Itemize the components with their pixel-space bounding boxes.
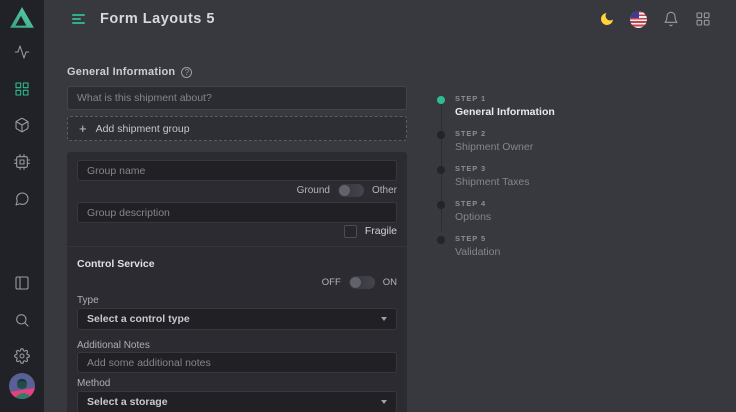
step-dot	[437, 166, 445, 174]
group-description-input[interactable]	[78, 204, 396, 223]
step-dot	[437, 201, 445, 209]
moon-icon[interactable]	[598, 11, 615, 28]
chevron-down-icon	[381, 317, 387, 321]
step-title: Options	[455, 211, 647, 223]
stepper-step-2[interactable]: STEP 2 Shipment Owner	[437, 129, 647, 153]
step-dot	[437, 96, 445, 104]
method-label: Method	[77, 378, 110, 389]
fragile-checkbox[interactable]	[344, 225, 357, 238]
stepper-step-3[interactable]: STEP 3 Shipment Taxes	[437, 164, 647, 188]
sidebar-item-activity[interactable]	[0, 44, 44, 60]
step-dot	[437, 131, 445, 139]
step-title: Validation	[455, 246, 647, 258]
shipment-group-card: Ground Other Fragile Control Service OFF…	[67, 152, 407, 412]
triangle-logo-icon	[9, 5, 35, 31]
stepper-step-1[interactable]: STEP 1 General Information	[437, 94, 647, 118]
section-header: General Information ?	[67, 66, 192, 78]
menu-toggle-icon[interactable]	[72, 14, 85, 24]
sidebar-item-search[interactable]	[0, 312, 44, 328]
app-logo[interactable]	[9, 5, 35, 31]
grid-icon	[14, 81, 30, 97]
off-on-toggle[interactable]	[349, 276, 375, 289]
on-label: ON	[383, 277, 397, 288]
sidebar-item-layouts[interactable]	[0, 81, 44, 97]
chat-icon	[14, 191, 30, 207]
off-label: OFF	[322, 277, 341, 288]
step-label: STEP 2	[455, 129, 647, 138]
apps-grid-icon[interactable]	[694, 11, 711, 28]
section-title: General Information	[67, 66, 175, 78]
shipment-about-input[interactable]	[68, 87, 406, 109]
sidebar-item-messages[interactable]	[0, 191, 44, 207]
storage-select[interactable]: Select a storage	[77, 391, 397, 412]
step-label: STEP 3	[455, 164, 647, 173]
cpu-icon	[14, 154, 30, 170]
sidebar-item-package[interactable]	[0, 117, 44, 133]
fragile-label: Fragile	[365, 225, 397, 237]
step-label: STEP 5	[455, 234, 647, 243]
stepper-step-5[interactable]: STEP 5 Validation	[437, 234, 647, 258]
group-name-input[interactable]	[78, 162, 396, 181]
notes-field-wrap	[77, 352, 397, 373]
ground-other-toggle-row: Ground Other	[297, 183, 397, 197]
package-icon	[14, 117, 30, 133]
stepper-step-4[interactable]: STEP 4 Options	[437, 199, 647, 223]
sidebar-layout-icon	[14, 275, 30, 291]
chevron-down-icon	[381, 400, 387, 404]
add-shipment-group-button[interactable]: + Add shipment group	[67, 116, 407, 141]
group-name-field-wrap	[77, 160, 397, 181]
toggle-knob	[339, 185, 350, 196]
step-label: STEP 1	[455, 94, 647, 103]
step-title: General Information	[455, 106, 647, 118]
step-title: Shipment Owner	[455, 141, 647, 153]
sidebar-item-panel[interactable]	[0, 275, 44, 291]
top-header: Form Layouts 5	[44, 0, 736, 38]
toggle-right-label: Other	[372, 185, 397, 196]
help-icon[interactable]: ?	[181, 67, 192, 78]
control-type-value: Select a control type	[87, 313, 190, 325]
sidebar-item-components[interactable]	[0, 154, 44, 170]
toggle-knob	[350, 277, 361, 288]
step-label: STEP 4	[455, 199, 647, 208]
us-flag-icon[interactable]	[630, 11, 647, 28]
control-service-title: Control Service	[77, 258, 155, 270]
settings-icon	[14, 348, 30, 364]
step-dot	[437, 236, 445, 244]
page-title: Form Layouts 5	[100, 11, 215, 27]
activity-icon	[14, 44, 30, 60]
sidebar	[0, 0, 44, 412]
ground-other-toggle[interactable]	[338, 184, 364, 197]
step-title: Shipment Taxes	[455, 176, 647, 188]
sidebar-item-settings[interactable]	[0, 348, 44, 364]
fragile-row: Fragile	[344, 224, 397, 238]
plus-icon: +	[79, 122, 87, 135]
off-on-toggle-row: OFF ON	[322, 275, 397, 289]
shipment-about-field-wrap	[67, 86, 407, 110]
storage-value: Select a storage	[87, 396, 168, 408]
type-label: Type	[77, 295, 99, 306]
search-icon	[14, 312, 30, 328]
control-type-select[interactable]: Select a control type	[77, 308, 397, 330]
card-divider	[67, 246, 407, 247]
user-avatar[interactable]	[9, 373, 35, 399]
avatar-illustration	[9, 373, 35, 399]
form-stepper: STEP 1 General Information STEP 2 Shipme…	[437, 94, 647, 269]
add-shipment-group-label: Add shipment group	[96, 123, 190, 135]
notes-input[interactable]	[78, 354, 396, 373]
group-description-field-wrap	[77, 202, 397, 223]
notes-label: Additional Notes	[77, 340, 150, 351]
bell-icon[interactable]	[662, 11, 679, 28]
header-actions	[598, 11, 711, 28]
toggle-left-label: Ground	[297, 185, 330, 196]
